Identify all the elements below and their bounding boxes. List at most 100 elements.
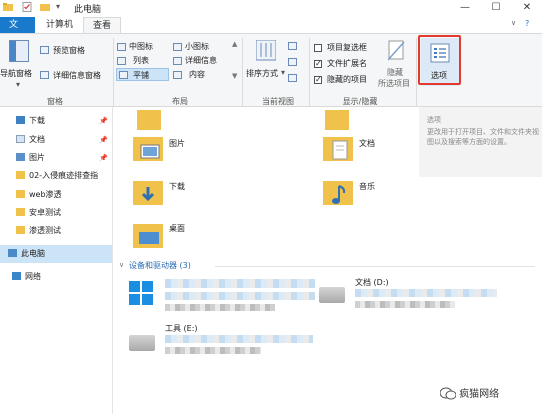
nav-item-label: 下载 [29,116,45,125]
nav-item-pictures[interactable]: 图片 📌 [0,149,112,167]
current-view-group-label: 当前视图 [262,97,294,106]
tiles-label: 平铺 [133,71,149,80]
folder-label: 文档 [359,139,375,148]
drive-d[interactable]: 文档 (D:) [319,277,509,313]
nav-item-documents[interactable]: 文档 📌 [0,131,112,149]
folder-icon [325,110,349,130]
tab-file[interactable]: 文件 [0,17,35,46]
size-columns-button[interactable] [288,74,302,84]
help-icon[interactable]: ? [525,19,529,28]
nav-item-folder[interactable]: 渗透测试 [0,222,112,240]
details-icon [173,57,182,65]
group-by-button[interactable] [288,42,302,52]
drive-c[interactable] [127,279,317,315]
layout-tiles[interactable]: 平铺 [116,68,169,81]
watermark: 疯猫网络 [439,385,500,400]
layout-more-icon[interactable]: ▼ [232,72,237,80]
hide-selected-icon [388,40,405,61]
maximize-button[interactable]: ☐ [481,0,511,16]
file-extensions-checkbox[interactable]: ✓ [314,60,322,68]
nav-item-this-pc[interactable]: 此电脑 [0,245,112,263]
layout-list[interactable]: 列表 [117,55,169,67]
show-hide-group-label: 显示/隐藏 [342,97,378,106]
hard-drive-icon [129,335,155,351]
layout-group-label: 布局 [172,97,188,106]
hidden-items-checkbox[interactable]: ✓ [314,76,322,84]
file-extensions-toggle[interactable]: ✓ 文件扩展名 [314,58,384,70]
nav-item-folder[interactable]: 安卓测试 [0,204,112,222]
drive-e[interactable]: 工具 (E:) [127,321,317,361]
minimize-button[interactable]: — [450,0,480,16]
pin-icon[interactable]: 📌 [99,112,108,130]
drive-label: 文档 (D:) [355,278,389,287]
drive-usage-bar [355,289,497,297]
item-checkboxes-label: 项目复选框 [327,43,367,52]
nav-pane-label: 导航窗格 [0,69,32,78]
file-explorer-window: { "window": { "title": "此电脑", "controls"… [0,0,542,414]
item-checkboxes-toggle[interactable]: 项目复选框 [314,42,384,54]
hidden-items-toggle[interactable]: ✓ 隐藏的项目 [314,74,384,86]
devices-section-header[interactable]: 设备和驱动器 (3) [129,260,191,271]
pin-icon[interactable]: 📌 [99,131,108,149]
folder-desktop[interactable]: 桌面 [133,220,313,254]
tiles-icon [119,71,128,79]
group-by-icon [288,42,297,50]
document-icon [16,135,25,143]
folder-icon [16,171,25,179]
folder-music[interactable]: 音乐 [323,177,503,211]
folder-pictures[interactable]: 图片 [133,133,313,167]
add-columns-button[interactable] [288,58,302,68]
details-pane-label: 详细信息窗格 [53,71,101,80]
layout-medium-icons[interactable]: 中图标 [117,41,169,53]
item-checkboxes-checkbox[interactable] [314,44,322,52]
nav-item-label: 渗透测试 [29,226,61,235]
options-tooltip: 选项 更改用于打开项目、文件和文件夹视图以及搜索等方面的设置。 [419,107,542,177]
documents-folder-icon [323,137,353,161]
nav-item-label: 图片 [29,153,45,162]
folder-label: 图片 [169,139,185,148]
small-icons-label: 小图标 [185,42,209,51]
details-pane-icon [40,71,49,79]
content-label: 内容 [189,70,205,79]
watermark-text: 疯猫网络 [459,389,500,400]
nav-item-label: web渗透 [29,190,62,199]
collapse-chevron-icon[interactable]: ∨ [119,261,124,269]
nav-item-folder[interactable]: web渗透 [0,186,112,204]
list-icon [117,57,126,65]
sort-by-label: 排序方式 [246,69,278,78]
tooltip-title: 选项 [427,116,441,124]
sort-by-button[interactable]: 排序方式 ▾ [246,38,286,92]
nav-pane-icon [9,40,29,62]
content-icon [173,71,182,79]
sort-by-icon [256,40,276,61]
layout-content[interactable]: 内容 [173,69,229,81]
pin-icon[interactable]: 📌 [99,149,108,167]
ribbon-tabs: 文件 计算机 查看 [0,16,542,46]
blurred-drive-free-space [355,301,455,308]
add-columns-icon [288,58,297,66]
ribbon-separator [416,38,417,106]
folder-downloads[interactable]: 下载 [133,177,313,211]
nav-item-folder[interactable]: 02-入侵痕迹排查指 [0,167,112,185]
nav-item-downloads[interactable]: 下载 📌 [0,112,112,130]
nav-pane-button[interactable]: 导航窗格 ▾ [0,38,36,92]
layout-scroll-up-icon[interactable]: ▲ [232,40,237,48]
blurred-drive-free-space [165,304,275,311]
ribbon-collapse-icon[interactable]: ∨ [511,19,516,27]
medium-icons-icon [117,43,126,51]
new-folder-icon[interactable] [40,2,50,12]
layout-small-icons[interactable]: 小图标 [173,41,229,53]
pictures-folder-icon [133,137,163,161]
tab-computer[interactable]: 计算机 [37,17,82,34]
network-icon [12,272,21,280]
explorer-icon [3,3,13,11]
nav-item-network[interactable]: 网络 [0,268,112,286]
hide-selected-button[interactable]: 隐藏 所选项目 [376,38,416,92]
ribbon-separator [309,38,310,106]
close-button[interactable]: ✕ [512,0,542,16]
layout-details[interactable]: 详细信息 [173,55,229,67]
tab-view[interactable]: 查看 [83,17,122,34]
properties-icon[interactable] [22,2,32,12]
nav-item-label: 此电脑 [21,249,45,258]
quick-access-dropdown-icon[interactable]: ▾ [56,2,60,11]
